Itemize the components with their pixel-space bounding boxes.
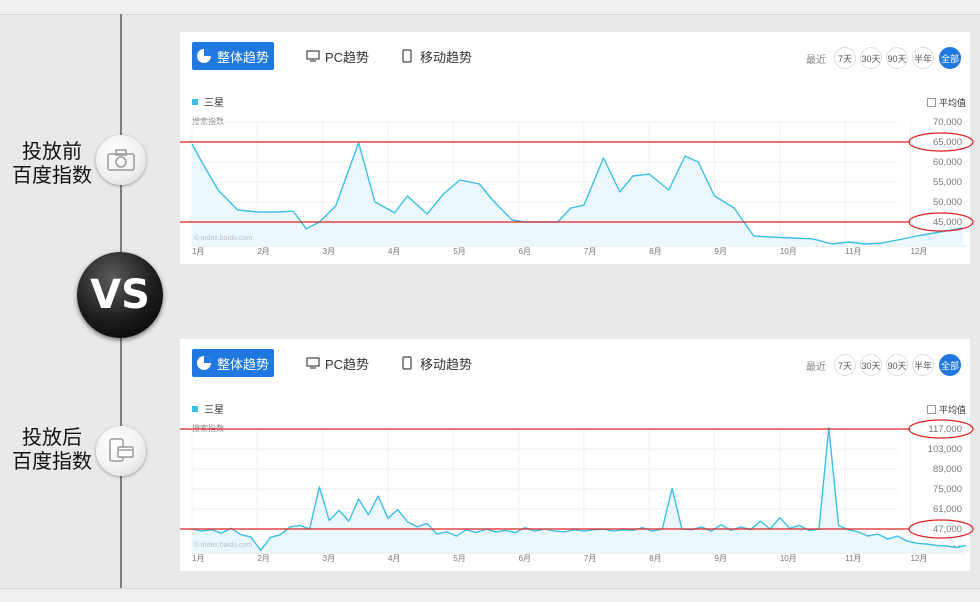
y-tick-label: 55,000: [933, 177, 962, 188]
after-label-line1: 投放后: [22, 427, 82, 449]
y-tick-label: 117,000: [928, 424, 962, 435]
top-band: [0, 0, 980, 15]
watermark: © index.baidu.com: [194, 541, 252, 549]
y-tick-label: 61,000: [933, 504, 962, 515]
x-tick-label: 7月: [584, 554, 596, 563]
x-tick-label: 7月: [584, 247, 596, 256]
chart-after: 117,000103,00089,00075,00061,00047,00033…: [180, 419, 974, 563]
x-tick-label: 12月: [910, 247, 927, 256]
x-tick-label: 9月: [715, 554, 727, 563]
x-tick-label: 2月: [257, 554, 269, 563]
x-tick-label: 1月: [192, 247, 204, 256]
before-label-line2: 百度指数: [12, 165, 92, 187]
x-tick-label: 5月: [453, 554, 465, 563]
x-tick-label: 8月: [649, 554, 661, 563]
chart-panel-before: 整体趋势 PC趋势 移动趋势 最近 7天 30天 90天 半年 全部 三星 平均…: [180, 32, 974, 264]
x-tick-label: 12月: [910, 554, 927, 563]
x-tick-label: 4月: [388, 247, 400, 256]
x-tick-label: 10月: [780, 554, 797, 563]
x-tick-label: 4月: [388, 554, 400, 563]
vs-badge: VS: [77, 252, 163, 338]
bottom-band: [0, 588, 980, 602]
x-tick-label: 10月: [780, 247, 797, 256]
y-tick-label: 47,000: [933, 524, 962, 535]
x-tick-label: 3月: [323, 554, 335, 563]
series-area: [192, 427, 966, 553]
x-tick-label: 11月: [845, 554, 861, 563]
camera-icon: [96, 135, 146, 185]
y-tick-label: 75,000: [933, 484, 962, 495]
phone-card-icon: [96, 426, 146, 476]
after-label-line2: 百度指数: [12, 451, 92, 473]
y-tick-label: 103,000: [928, 444, 962, 455]
y-tick-label: 45,000: [933, 217, 962, 228]
y-tick-label: 70,000: [933, 117, 962, 128]
x-tick-label: 1月: [192, 554, 204, 563]
x-tick-label: 6月: [519, 247, 531, 256]
chart-panel-after: 整体趋势 PC趋势 移动趋势 最近 7天 30天 90天 半年 全部 三星 平均…: [180, 339, 974, 571]
y-tick-label: 50,000: [933, 197, 962, 208]
watermark: © index.baidu.com: [194, 234, 252, 242]
x-tick-label: 2月: [257, 247, 269, 256]
x-tick-label: 3月: [323, 247, 335, 256]
x-tick-label: 8月: [649, 247, 661, 256]
y-tick-label: 65,000: [933, 137, 962, 148]
y-tick-label: 89,000: [933, 464, 962, 475]
y-tick-label: 60,000: [933, 157, 962, 168]
x-tick-label: 6月: [519, 554, 531, 563]
x-tick-label: 11月: [845, 247, 861, 256]
before-label-line1: 投放前: [22, 141, 82, 163]
after-label: 投放后 百度指数: [2, 426, 102, 474]
x-tick-label: 5月: [453, 247, 465, 256]
chart-before: 70,00065,00060,00055,00050,00045,00040,0…: [180, 117, 974, 256]
x-tick-label: 9月: [715, 247, 727, 256]
before-label: 投放前 百度指数: [2, 140, 102, 188]
series-area: [192, 142, 963, 246]
